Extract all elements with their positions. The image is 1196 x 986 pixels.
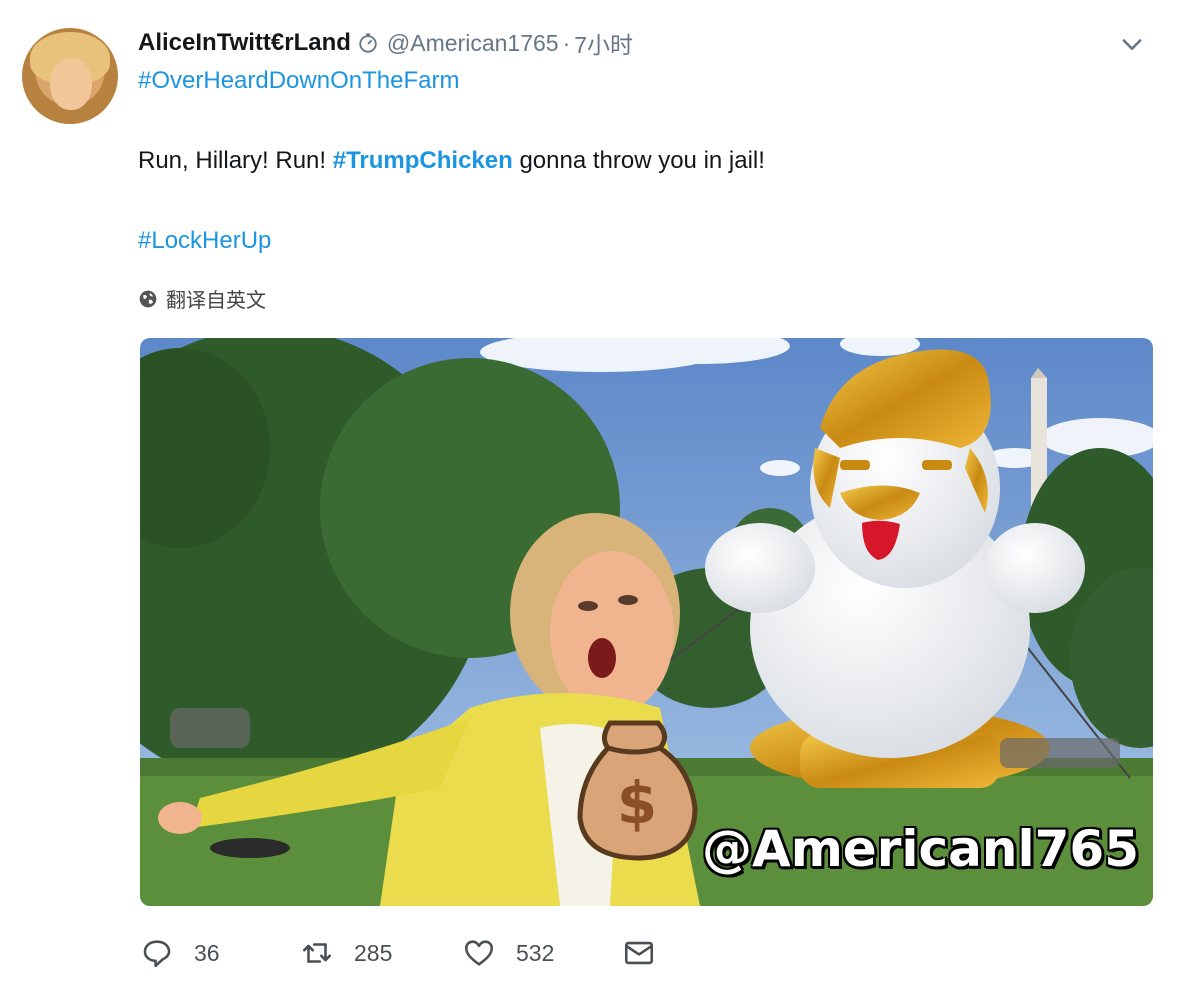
tweet-text-end: gonna throw you in jail! [512, 147, 765, 174]
retweet-button[interactable]: 285 [300, 930, 392, 976]
image-watermark: @Americanl765 [702, 820, 1139, 878]
header-separator: · [562, 29, 571, 56]
tweet-text: Run, Hillary! Run! #TrumpChicken gonna t… [138, 147, 765, 175]
tweet-actions: 36 285 532 [140, 930, 700, 976]
tweet-header: AliceInTwitt€rLand @American1765 · 7小时 [138, 26, 633, 60]
dm-button[interactable] [622, 930, 656, 976]
avatar-face [50, 58, 92, 110]
heart-icon [464, 940, 494, 966]
envelope-icon [624, 941, 654, 965]
tweet-text-start: Run, Hillary! Run! [138, 147, 333, 174]
globe-icon [139, 290, 157, 307]
tweet-time[interactable]: 7小时 [574, 26, 633, 60]
hashtag-overheard[interactable]: #OverHeardDownOnTheFarm [138, 67, 459, 95]
translate-link[interactable]: 翻译自英文 [138, 284, 266, 313]
like-count: 532 [516, 939, 555, 966]
retweet-icon [302, 943, 332, 963]
user-handle[interactable]: @American1765 [387, 30, 559, 57]
chevron-down-icon[interactable] [1118, 30, 1146, 58]
retweet-count: 285 [354, 939, 393, 966]
stopwatch-icon [359, 33, 377, 53]
reply-button[interactable]: 36 [140, 930, 220, 976]
tweet-media-image[interactable]: $ @Americanl765 [140, 338, 1153, 906]
bag-dollar-sign: $ [617, 769, 657, 837]
hashtag-lockherup[interactable]: #LockHerUp [138, 227, 271, 255]
avatar[interactable] [22, 28, 118, 124]
reply-count: 36 [194, 939, 220, 966]
like-button[interactable]: 532 [462, 930, 554, 976]
translate-label: 翻译自英文 [166, 290, 266, 312]
reply-icon [143, 940, 171, 968]
hashtag-trumpchicken[interactable]: #TrumpChicken [333, 147, 513, 174]
display-name[interactable]: AliceInTwitt€rLand [138, 29, 351, 57]
